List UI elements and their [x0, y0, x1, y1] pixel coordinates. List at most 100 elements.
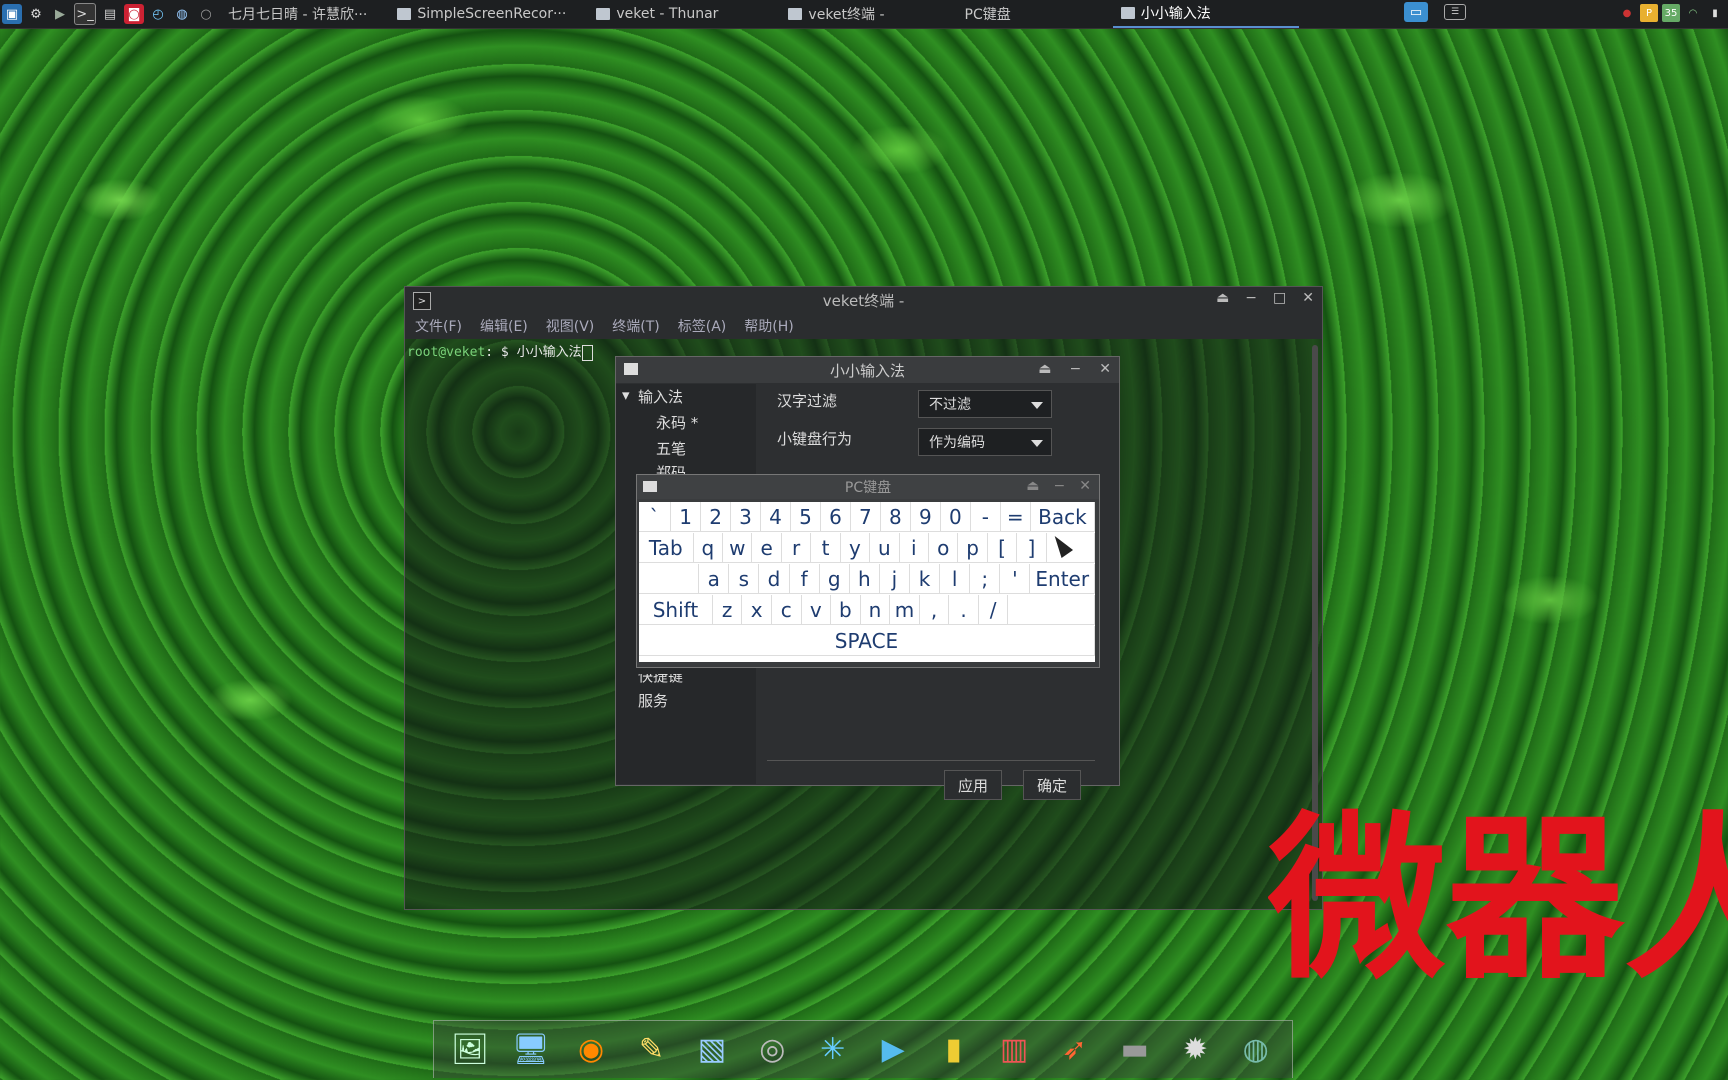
key-`[interactable]: `: [639, 502, 672, 532]
clipboard-icon[interactable]: P: [1640, 4, 1658, 22]
key-h[interactable]: h: [849, 564, 880, 594]
clock-icon[interactable]: ◴: [148, 4, 168, 24]
key-l[interactable]: l: [940, 564, 971, 594]
monitor-icon[interactable]: 🖥: [508, 1027, 554, 1073]
minimize-icon[interactable]: −: [1054, 478, 1066, 494]
tree-item-wubi[interactable]: 五笔: [656, 438, 686, 459]
key-x[interactable]: x: [742, 595, 772, 625]
key-w[interactable]: w: [723, 533, 753, 563]
disc-icon[interactable]: ◎: [749, 1027, 795, 1073]
volume-icon[interactable]: ▮: [1706, 4, 1724, 22]
minimize-icon[interactable]: −: [1070, 361, 1082, 377]
minimize-icon[interactable]: −: [1245, 290, 1257, 306]
key-6[interactable]: 6: [820, 502, 851, 532]
text-editor-icon[interactable]: ✎: [628, 1027, 674, 1073]
close-icon[interactable]: ✕: [1302, 290, 1314, 306]
app-menu-icon[interactable]: ▣: [2, 4, 22, 24]
menu-tabs[interactable]: 标签(A): [678, 316, 727, 336]
shade-icon[interactable]: ⏏: [1216, 290, 1229, 306]
globe-icon[interactable]: ◍: [172, 4, 192, 24]
key-y[interactable]: y: [840, 533, 871, 563]
close-icon[interactable]: ✕: [1099, 361, 1111, 377]
key-t[interactable]: t: [811, 533, 841, 563]
keyboard-titlebar[interactable]: PC键盘 ⏏ − ✕: [637, 475, 1099, 499]
key-r[interactable]: r: [781, 533, 812, 563]
key-4[interactable]: 4: [761, 502, 791, 532]
key-k[interactable]: k: [910, 564, 941, 594]
tree-item-ime[interactable]: 输入法: [638, 386, 683, 407]
wifi-icon[interactable]: ◠: [1684, 4, 1702, 22]
key-/[interactable]: /: [978, 595, 1009, 625]
key-n[interactable]: n: [860, 595, 891, 625]
task-music[interactable]: 七月七日晴 - 许慧欣···: [220, 0, 375, 28]
key-3[interactable]: 3: [731, 502, 762, 532]
terminal-icon[interactable]: >_: [74, 3, 96, 25]
firefox-icon[interactable]: ◉: [568, 1027, 614, 1073]
key-=[interactable]: =: [1000, 502, 1031, 532]
menu-edit[interactable]: 编辑(E): [480, 316, 528, 336]
task-ime[interactable]: 小小输入法: [1112, 0, 1299, 28]
key-,[interactable]: ,: [919, 595, 950, 625]
settings-icon[interactable]: ⚙: [26, 4, 46, 24]
terminal-titlebar[interactable]: > veket终端 - ⏏ − □ ✕: [405, 287, 1322, 313]
key-][interactable]: ]: [1017, 533, 1047, 563]
screen-icon[interactable]: ◙: [124, 4, 144, 24]
ime-titlebar[interactable]: 小小输入法 ⏏ − ✕: [616, 357, 1119, 383]
desktop-icon[interactable]: ▭: [1404, 2, 1428, 22]
menu-terminal[interactable]: 终端(T): [612, 316, 659, 336]
key-i[interactable]: i: [899, 533, 929, 563]
globe-icon[interactable]: ◍: [1233, 1027, 1279, 1073]
menu-file[interactable]: 文件(F): [415, 316, 462, 336]
key-7[interactable]: 7: [850, 502, 881, 532]
tree-expand-icon[interactable]: ▾: [622, 386, 630, 404]
media-player-icon[interactable]: ▶: [870, 1027, 916, 1073]
key-a[interactable]: a: [699, 564, 730, 594]
key-b[interactable]: b: [831, 595, 861, 625]
floppy-icon[interactable]: ▤: [100, 4, 120, 24]
key-m[interactable]: m: [890, 595, 920, 625]
battery-icon[interactable]: 35: [1662, 4, 1680, 22]
printer-icon[interactable]: ▬: [1112, 1027, 1158, 1073]
task-pc-keyboard[interactable]: PC键盘: [957, 0, 1019, 28]
key-s[interactable]: s: [729, 564, 760, 594]
key-9[interactable]: 9: [910, 502, 941, 532]
key-2[interactable]: 2: [701, 502, 732, 532]
tree-item-service[interactable]: 服务: [638, 690, 668, 711]
key-p[interactable]: p: [958, 533, 988, 563]
key-z[interactable]: z: [712, 595, 743, 625]
key-j[interactable]: j: [879, 564, 910, 594]
tree-item-zhengma[interactable]: 郑码: [656, 462, 686, 474]
key-v[interactable]: v: [801, 595, 832, 625]
keypad-select[interactable]: 作为编码: [918, 428, 1052, 456]
alert-icon[interactable]: ●: [1618, 4, 1636, 22]
key-.[interactable]: .: [949, 595, 979, 625]
play-icon[interactable]: ▶: [50, 4, 70, 24]
key-o[interactable]: o: [928, 533, 959, 563]
sun-icon[interactable]: ✹: [1172, 1027, 1218, 1073]
shade-icon[interactable]: ⏏: [1038, 361, 1051, 377]
shade-icon[interactable]: ⏏: [1026, 478, 1039, 494]
key-c[interactable]: c: [772, 595, 802, 625]
key-q[interactable]: q: [693, 533, 724, 563]
image-viewer-icon[interactable]: 🖼: [447, 1027, 493, 1073]
task-terminal[interactable]: veket终端 -: [780, 0, 892, 28]
key-g[interactable]: g: [819, 564, 850, 594]
key-shift[interactable]: Shift: [639, 595, 713, 625]
task-thunar[interactable]: veket - Thunar: [588, 0, 726, 28]
key-enter[interactable]: Enter: [1030, 564, 1095, 594]
tree-item-hotkeys[interactable]: 快捷键: [638, 674, 683, 684]
key-0[interactable]: 0: [940, 502, 971, 532]
tree-item-yongma[interactable]: 永码 *: [656, 412, 698, 433]
key-[[interactable]: [: [987, 533, 1018, 563]
key-f[interactable]: f: [789, 564, 820, 594]
key-blank[interactable]: [1008, 595, 1095, 625]
photo-icon[interactable]: ▧: [689, 1027, 735, 1073]
key-8[interactable]: 8: [880, 502, 911, 532]
apply-button[interactable]: 应用: [944, 770, 1002, 800]
task-screen-recorder[interactable]: SimpleScreenRecor···: [389, 0, 574, 28]
key-e[interactable]: e: [752, 533, 782, 563]
key-1[interactable]: 1: [671, 502, 702, 532]
key-d[interactable]: d: [759, 564, 790, 594]
key-blank[interactable]: [639, 564, 700, 594]
key-tab[interactable]: Tab: [639, 533, 694, 563]
